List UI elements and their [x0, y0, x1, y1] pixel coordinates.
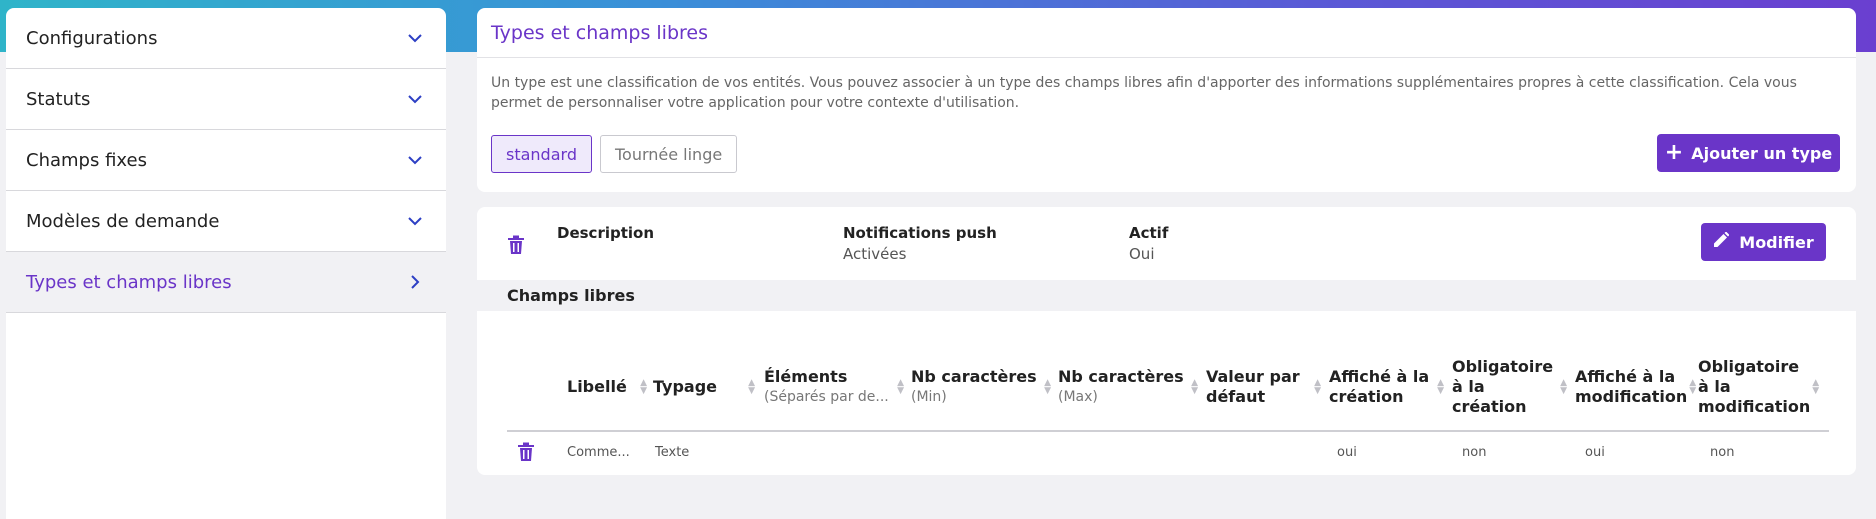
sidebar-item-champs-fixes[interactable]: Champs fixes	[6, 130, 446, 191]
column-label: Obligatoire à la modification	[1698, 357, 1811, 416]
column-header-affiche-modification[interactable]: Affiché à la modification ▲ ▼	[1575, 344, 1696, 430]
modify-button[interactable]: Modifier	[1701, 223, 1826, 261]
description-label: Description	[557, 224, 655, 242]
sidebar-item-configurations[interactable]: Configurations	[6, 8, 446, 69]
active-field: Actif Oui	[1129, 224, 1168, 263]
column-label-sub: (Max)	[1058, 389, 1098, 405]
chevron-right-icon	[406, 273, 424, 291]
types-description: Un type est une classification de vos en…	[491, 75, 1797, 111]
sidebar-item-label: Configurations	[26, 27, 158, 49]
column-label: Éléments (Séparés par de...	[764, 367, 889, 407]
column-label: Affiché à la création	[1329, 367, 1430, 406]
chevron-down-icon	[406, 90, 424, 108]
cell-affiche-modification: oui	[1585, 445, 1605, 460]
sidebar-item-label: Statuts	[26, 88, 91, 110]
chevron-down-icon	[406, 29, 424, 47]
type-detail-card: Description Notifications push Activées …	[477, 207, 1856, 475]
sort-icon: ▲ ▼	[1560, 378, 1567, 396]
column-header-elements[interactable]: Éléments (Séparés par de... ▲ ▼	[764, 344, 904, 430]
column-header-valeur-defaut[interactable]: Valeur par défaut ▲ ▼	[1206, 344, 1321, 430]
cell-typage: Texte	[655, 445, 690, 460]
column-header-obligatoire-creation[interactable]: Obligatoire à la création ▲ ▼	[1452, 344, 1567, 430]
type-tab-tournee-linge[interactable]: Tournée linge	[599, 135, 738, 173]
table-header: Libellé ▲ ▼ Typage ▲ ▼ Éléments (Séparés pa…	[507, 344, 1829, 432]
description-field: Description	[557, 224, 654, 242]
trash-icon[interactable]	[517, 442, 535, 462]
add-type-label: Ajouter un type	[1691, 143, 1833, 163]
sidebar-item-statuts[interactable]: Statuts	[6, 69, 446, 130]
sidebar-item-types-champs-libres[interactable]: Types et champs libres	[6, 252, 446, 313]
sort-icon: ▲ ▼	[1437, 378, 1444, 396]
column-header-libelle[interactable]: Libellé ▲ ▼	[567, 344, 647, 430]
sort-icon: ▲ ▼	[1314, 378, 1321, 396]
chevron-down-icon	[406, 151, 424, 169]
plus-icon: +	[1664, 140, 1684, 165]
column-header-affiche-creation[interactable]: Affiché à la création ▲ ▼	[1329, 344, 1444, 430]
cell-libelle: Comme...	[567, 445, 630, 460]
column-label-main: Éléments	[764, 367, 848, 386]
type-tabs: standard Tournée linge	[491, 135, 738, 173]
sidebar-item-label: Champs fixes	[26, 149, 147, 171]
cell-obligatoire-creation: non	[1462, 445, 1487, 460]
type-info-row: Description Notifications push Activées …	[477, 207, 1856, 280]
sort-icon: ▲ ▼	[897, 378, 904, 396]
settings-sidebar: Configurations Statuts Champs fixes Modè…	[6, 8, 446, 519]
sort-icon: ▲ ▼	[1191, 378, 1198, 396]
active-label: Actif	[1129, 224, 1169, 242]
column-header-nb-max[interactable]: Nb caractères (Max) ▲ ▼	[1058, 344, 1198, 430]
sidebar-item-modeles-demande[interactable]: Modèles de demande	[6, 191, 446, 252]
column-label: Nb caractères (Min)	[911, 367, 1037, 407]
notifications-field: Notifications push Activées	[843, 224, 997, 263]
section-title: Champs libres	[477, 280, 1856, 311]
sort-icon: ▲ ▼	[1689, 378, 1697, 396]
notifications-label: Notifications push	[843, 224, 997, 242]
sort-icon: ▲ ▼	[640, 378, 647, 396]
column-header-typage[interactable]: Typage ▲ ▼	[653, 344, 755, 430]
column-label: Valeur par défaut	[1206, 367, 1300, 406]
active-value: Oui	[1129, 245, 1155, 263]
add-type-button[interactable]: + Ajouter un type	[1657, 134, 1840, 172]
sort-icon: ▲ ▼	[1812, 378, 1820, 396]
cell-obligatoire-modification: non	[1710, 445, 1735, 460]
column-label: Libellé	[567, 377, 627, 396]
column-header-obligatoire-modification[interactable]: Obligatoire à la modification ▲ ▼	[1698, 344, 1820, 430]
table-row[interactable]: Comme... Texte oui non oui non	[507, 432, 1829, 475]
column-label: Typage	[653, 377, 717, 396]
column-label-sub: (Min)	[911, 389, 947, 405]
sidebar-item-label: Types et champs libres	[26, 271, 232, 293]
chevron-down-icon	[406, 212, 424, 230]
notifications-value: Activées	[843, 245, 907, 263]
cell-affiche-creation: oui	[1337, 445, 1357, 460]
types-card: Types et champs libres Un type est une c…	[477, 8, 1856, 192]
sidebar-item-label: Modèles de demande	[26, 210, 220, 232]
free-fields-table: Libellé ▲ ▼ Typage ▲ ▼ Éléments (Séparés pa…	[507, 344, 1829, 475]
page-title: Types et champs libres	[477, 8, 1856, 58]
trash-icon[interactable]	[507, 235, 525, 255]
type-tab-standard[interactable]: standard	[491, 135, 592, 173]
column-header-nb-min[interactable]: Nb caractères (Min) ▲ ▼	[911, 344, 1051, 430]
column-label-main: Nb caractères	[1058, 367, 1184, 386]
column-label-main: Nb caractères	[911, 367, 1037, 386]
modify-label: Modifier	[1739, 232, 1814, 252]
sort-icon: ▲ ▼	[1044, 378, 1051, 396]
column-label: Nb caractères (Max)	[1058, 367, 1184, 407]
sort-icon: ▲ ▼	[748, 378, 755, 396]
column-label: Affiché à la modification	[1575, 367, 1688, 406]
pencil-icon	[1713, 231, 1730, 252]
column-label: Obligatoire à la création	[1452, 357, 1554, 416]
column-label-sub: (Séparés par de...	[764, 389, 889, 405]
